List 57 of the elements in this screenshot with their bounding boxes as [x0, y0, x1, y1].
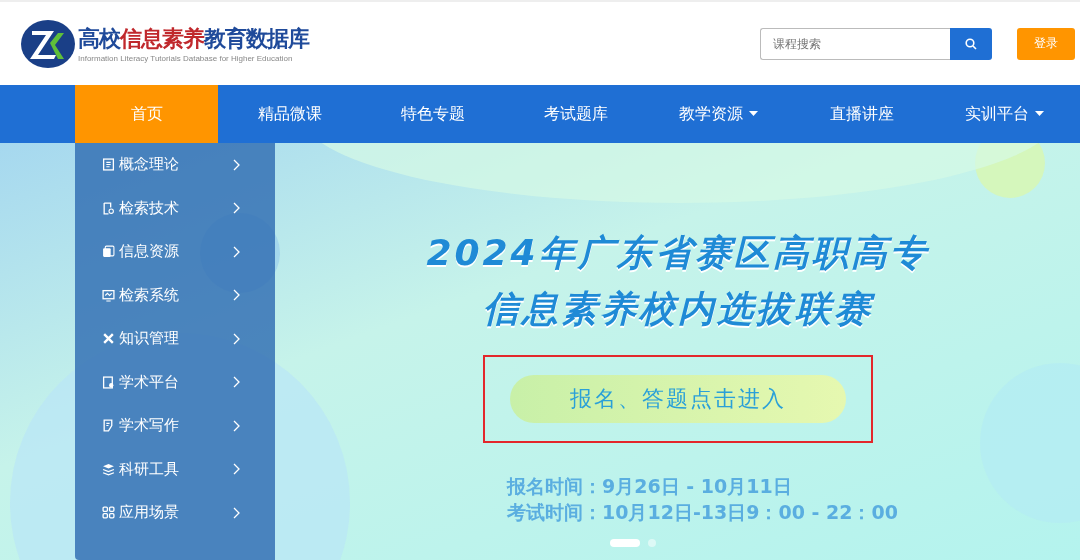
- logo-subtitle: Information Literacy Tutorials Database for Higher Education: [78, 54, 294, 63]
- search-field[interactable]: 课程搜索: [760, 27, 950, 60]
- nav-tab[interactable]: 直播讲座: [790, 85, 933, 143]
- search-button[interactable]: [950, 27, 992, 60]
- category-menu-item[interactable]: 学术平台: [75, 360, 275, 404]
- grid-icon: [102, 506, 115, 520]
- pen-icon: [102, 419, 115, 433]
- category-menu-item[interactable]: 检索技术: [75, 186, 275, 230]
- category-label: 科研工具: [119, 459, 180, 479]
- category-label: 概念理论: [119, 155, 180, 175]
- category-label: 检索技术: [119, 198, 180, 218]
- tools-icon: [102, 332, 115, 346]
- chevron-right-icon: [233, 245, 240, 258]
- nav-tab[interactable]: 考试题库: [504, 85, 647, 143]
- category-label: 信息资源: [119, 242, 180, 262]
- banner-headline: 信息素养校内选拔联赛: [482, 287, 873, 331]
- category-menu-item[interactable]: 科研工具: [75, 447, 275, 491]
- chevron-right-icon: [233, 376, 240, 389]
- banner-headline: 2024年广东省赛区高职高专: [426, 231, 929, 275]
- category-menu-item[interactable]: 应用场景: [75, 491, 275, 535]
- search-icon: [965, 37, 977, 50]
- category-menu-item[interactable]: 检索系统: [75, 273, 275, 317]
- document-icon: [102, 158, 115, 172]
- nav-tab[interactable]: 实训平台: [933, 85, 1076, 143]
- chevron-right-icon: [233, 463, 240, 476]
- layers-icon: [102, 462, 115, 476]
- chevron-right-icon: [233, 202, 240, 215]
- carousel-dot[interactable]: [647, 539, 656, 547]
- category-label: 学术平台: [119, 372, 180, 392]
- category-menu-item[interactable]: 知识管理: [75, 317, 275, 361]
- nav-tab[interactable]: 首页: [75, 85, 218, 143]
- chevron-right-icon: [233, 332, 240, 345]
- category-label: 应用场景: [119, 503, 180, 523]
- chevron-right-icon: [233, 419, 240, 432]
- chevron-right-icon: [233, 158, 240, 171]
- enter-button[interactable]: 报名、答题点击进入: [509, 375, 846, 423]
- schedule-text: 报名时间：9月26日 - 10月11日: [507, 474, 793, 499]
- chevron-right-icon: [233, 506, 240, 519]
- caret-icon: [749, 111, 758, 117]
- category-menu-item[interactable]: 学术写作: [75, 404, 275, 448]
- schedule-text: 考试时间：10月12日-13日9：00 - 22：00: [507, 500, 898, 525]
- nav-tab[interactable]: 特色专题: [361, 85, 504, 143]
- nav-tab[interactable]: 教学资源: [647, 85, 790, 143]
- logo-title: 高校信息素养教育数据库: [78, 25, 309, 53]
- category-label: 检索系统: [119, 285, 180, 305]
- category-label: 知识管理: [119, 329, 180, 349]
- copy-icon: [102, 245, 115, 259]
- category-label: 学术写作: [119, 416, 180, 436]
- caret-icon: [1035, 111, 1044, 117]
- login-button[interactable]: 登录: [1017, 27, 1075, 60]
- logo-icon: [20, 18, 76, 69]
- category-menu-item[interactable]: 概念理论: [75, 143, 275, 187]
- monitor-icon: [102, 288, 115, 302]
- category-menu-item[interactable]: 信息资源: [75, 230, 275, 274]
- search-icon: [102, 201, 115, 215]
- chevron-right-icon: [233, 289, 240, 302]
- nav-tab[interactable]: 精品微课: [218, 85, 361, 143]
